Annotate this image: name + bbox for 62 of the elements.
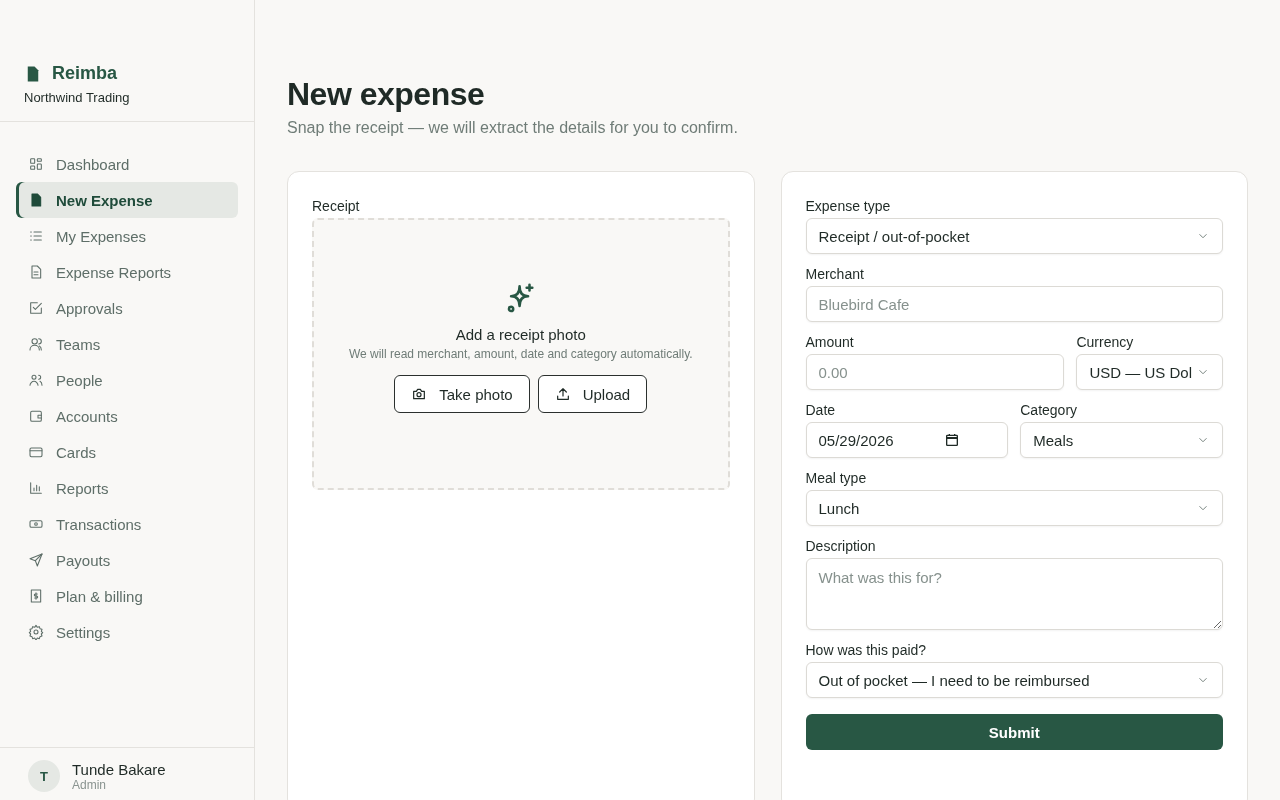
nav-item[interactable]: Transactions bbox=[16, 506, 238, 542]
select-field[interactable]: Receipt / out-of-pocket bbox=[805, 218, 1223, 254]
nav-item[interactable]: Settings bbox=[16, 614, 238, 650]
nav-item[interactable]: Reports bbox=[16, 470, 238, 506]
calendar-icon bbox=[943, 432, 960, 448]
date-field[interactable]: 05/29/2026 bbox=[805, 422, 1009, 458]
page-subtitle: Snap the receipt — we will extract the details for you to confirm. bbox=[287, 119, 739, 137]
upload-button[interactable]: Upload bbox=[537, 375, 648, 413]
field-label: Merchant bbox=[805, 266, 865, 282]
field-label: Amount bbox=[805, 334, 855, 350]
users-icon bbox=[28, 372, 44, 388]
submit-button[interactable]: Submit bbox=[805, 714, 1223, 750]
field-label: How was this paid? bbox=[805, 642, 928, 658]
user-avatar: T bbox=[28, 760, 60, 792]
nav-item[interactable]: Approvals bbox=[16, 290, 238, 326]
nav-item[interactable]: Cards bbox=[16, 434, 238, 470]
list-icon bbox=[28, 228, 44, 244]
user-name: Tunde Bakare bbox=[72, 760, 166, 778]
wallet-icon bbox=[28, 408, 44, 424]
nav-item[interactable]: Accounts bbox=[16, 398, 238, 434]
nav-item[interactable]: Teams bbox=[16, 326, 238, 362]
select-field[interactable]: Out of pocket — I need to be reimbursed bbox=[805, 662, 1223, 698]
nav-item[interactable]: Expense Reports bbox=[16, 254, 238, 290]
nav-item[interactable]: Plan & billing bbox=[16, 578, 238, 614]
select-field[interactable]: Meals bbox=[1020, 422, 1223, 458]
select-field[interactable]: Lunch bbox=[805, 490, 1223, 526]
document-icon bbox=[28, 264, 44, 280]
upload-icon bbox=[554, 386, 571, 402]
drop-hint: We will read merchant, amount, date and category automatically. bbox=[348, 347, 693, 361]
nav-item[interactable]: Dashboard bbox=[16, 146, 238, 182]
field-label: Receipt bbox=[312, 198, 361, 214]
settings-icon bbox=[28, 624, 44, 640]
field-label: Currency bbox=[1076, 334, 1135, 350]
grid-icon bbox=[28, 156, 44, 172]
user-icon bbox=[28, 336, 44, 352]
select-field[interactable]: USD — US Dol bbox=[1076, 354, 1223, 390]
document-icon bbox=[28, 192, 44, 208]
nav-item[interactable]: Payouts bbox=[16, 542, 238, 578]
take-photo-button[interactable]: Take photo bbox=[394, 375, 530, 413]
bar-chart-icon bbox=[28, 480, 44, 496]
nav-item[interactable]: People bbox=[16, 362, 238, 398]
description-field[interactable]: What was this for? bbox=[805, 558, 1223, 630]
nav-item[interactable]: New Expense bbox=[16, 182, 238, 218]
card-icon bbox=[28, 444, 44, 460]
field-label: Expense type bbox=[805, 198, 892, 214]
drop-title: Add a receipt photo bbox=[455, 326, 586, 343]
field-label: Category bbox=[1020, 402, 1079, 418]
organization-name: Northwind Trading bbox=[24, 90, 131, 105]
brand-name: Reimba bbox=[52, 63, 118, 84]
field-label: Description bbox=[805, 538, 877, 554]
input-field[interactable]: Bluebird Cafe bbox=[805, 286, 1223, 322]
page-title: New expense bbox=[287, 76, 486, 113]
nav-item[interactable]: My Expenses bbox=[16, 218, 238, 254]
field-label: Meal type bbox=[805, 470, 868, 486]
user-role: Admin bbox=[72, 777, 107, 792]
drop-zone[interactable]: Add a receipt photo We will read merchant, amount, date and category automatically. Take photo Upload bbox=[312, 218, 730, 490]
dollar-icon bbox=[28, 588, 44, 604]
checkbox-icon bbox=[28, 300, 44, 316]
paper-plane-icon bbox=[28, 552, 44, 568]
field-label: Date bbox=[805, 402, 837, 418]
camera-icon bbox=[411, 386, 428, 402]
input-field[interactable]: 0.00 bbox=[805, 354, 1065, 390]
